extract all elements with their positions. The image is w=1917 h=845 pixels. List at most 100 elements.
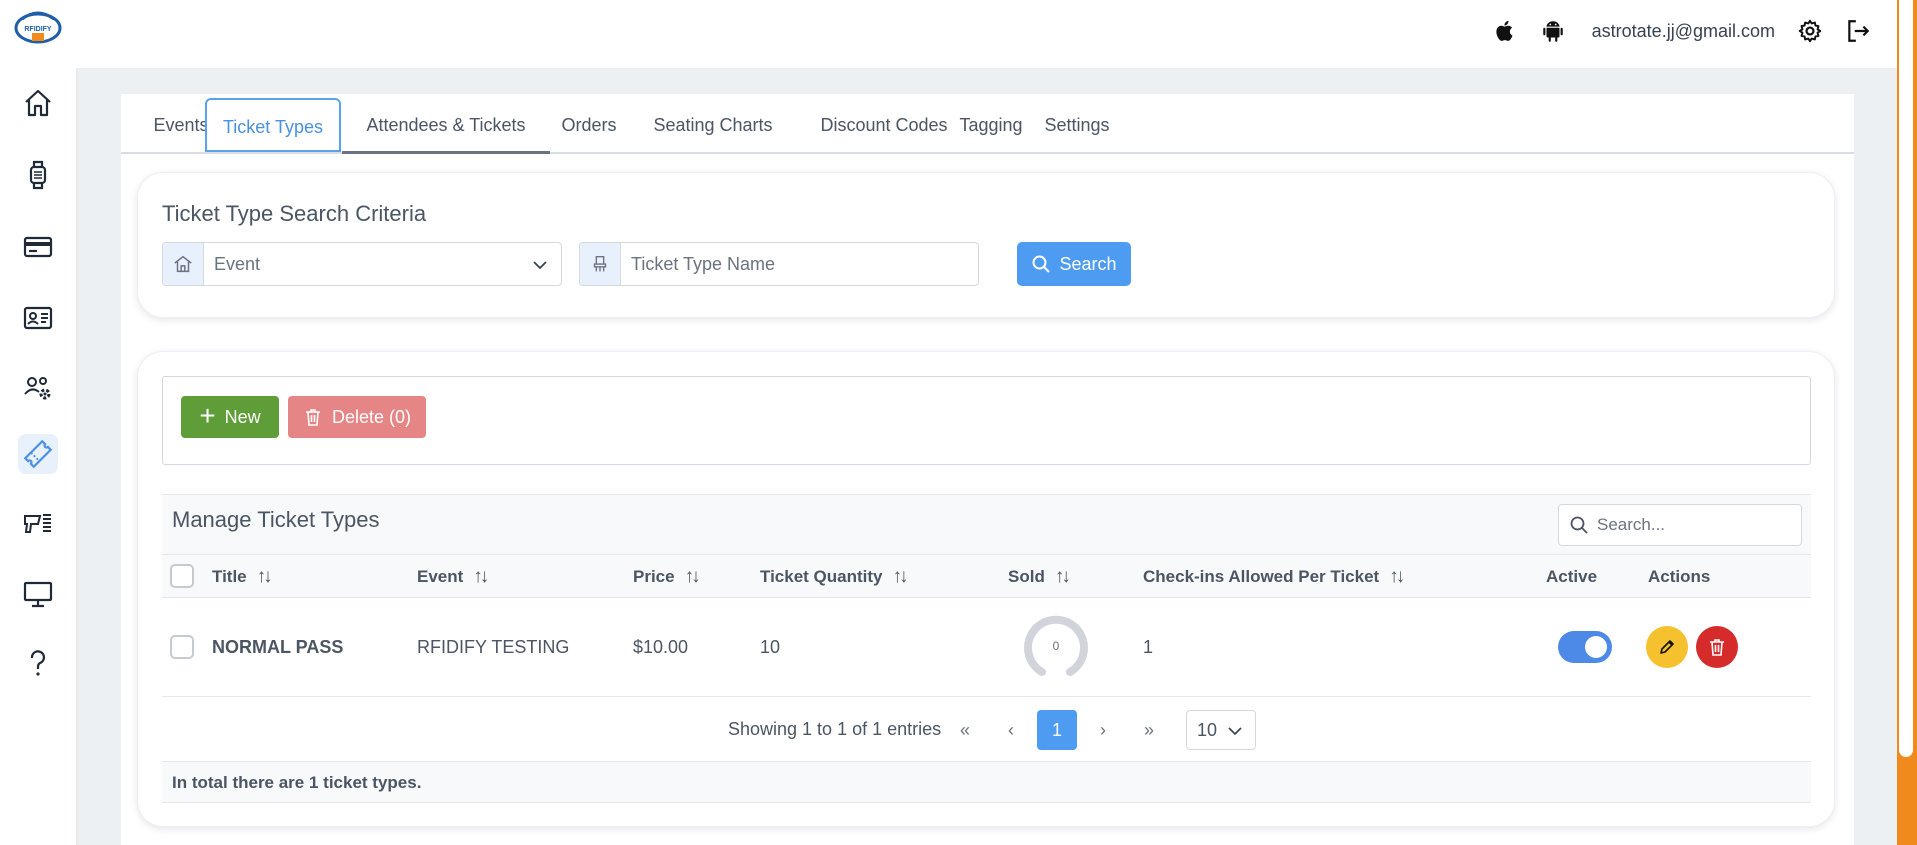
col-active: Active [1546,567,1598,586]
table-title: Manage Ticket Types [172,507,380,532]
settings-button[interactable] [1797,18,1823,44]
delete-row-button[interactable] [1696,626,1738,668]
chevron-down-icon [533,261,547,270]
svg-text:RFIDIFY: RFIDIFY [24,26,52,33]
first-page-button[interactable]: « [945,710,985,750]
delete-selected-button[interactable]: Delete (0) [288,396,426,438]
wristband-icon [29,160,47,190]
home-icon [25,89,51,117]
sort-icon: ↑↓ [1389,566,1405,587]
table-footer: In total there are 1 ticket types. [162,761,1811,803]
col-event[interactable]: Event ↑↓ [417,555,489,599]
active-toggle[interactable] [1558,631,1612,663]
rfidify-logo-icon: RFIDIFY [14,11,62,44]
row-title: NORMAL PASS [212,637,344,657]
ticket-type-name-field[interactable] [579,242,979,286]
search-criteria-title: Ticket Type Search Criteria [162,201,427,226]
pagination-info: Showing 1 to 1 of 1 entries [728,719,942,739]
tab-attendees-tickets[interactable]: Attendees & Tickets [346,98,546,152]
page-1-button[interactable]: 1 [1037,710,1077,750]
scanner-icon [24,514,51,533]
row-checkbox[interactable] [170,635,194,659]
sidebar-item-attendees[interactable] [18,298,58,338]
edit-button[interactable] [1646,626,1688,668]
scrollbar-thumb[interactable] [1899,0,1913,757]
table-search-field[interactable] [1558,504,1802,546]
sidebar-item-user-settings[interactable] [18,368,58,408]
sidebar-item-scanners[interactable] [18,504,58,544]
sidebar-item-home[interactable] [18,83,58,123]
sidebar-item-displays[interactable] [18,574,58,614]
event-select-value: Event [214,254,261,274]
sidebar-item-help[interactable] [18,643,58,683]
row-quantity: 10 [760,637,781,657]
monitor-icon [23,581,53,608]
android-app-link[interactable] [1540,18,1566,44]
col-ticket-quantity[interactable]: Ticket Quantity ↑↓ [760,555,909,599]
apple-icon [1496,20,1513,41]
android-icon [1542,21,1563,42]
search-icon [1570,516,1588,534]
tab-ticket-types[interactable]: Ticket Types [205,98,341,152]
next-page-button[interactable]: › [1083,710,1123,750]
plus-icon: + [199,399,216,431]
sold-gauge: 0 [1024,615,1088,676]
tab-settings[interactable]: Settings [1027,98,1127,152]
row-event: RFIDIFY TESTING [417,637,570,657]
row-checkins: 1 [1143,637,1154,657]
users-settings-icon [24,377,51,400]
table-header: Manage Ticket Types [162,494,1811,554]
tab-hover-underline [342,151,550,154]
tab-orders[interactable]: Orders [552,98,626,152]
trash-icon [1710,639,1724,656]
sidebar-item-cards[interactable] [18,227,58,267]
logo[interactable]: RFIDIFY [14,9,62,47]
search-criteria-card: Ticket Type Search Criteria Event Search [137,172,1835,318]
col-sold[interactable]: Sold ↑↓ [1008,555,1071,599]
prev-page-button[interactable]: ‹ [991,710,1031,750]
sort-icon: ↑↓ [684,566,701,587]
total-summary: In total there are 1 ticket types. [172,773,422,792]
col-title[interactable]: Title ↑↓ [212,555,273,599]
event-house-icon [174,255,192,273]
tab-tagging[interactable]: Tagging [941,98,1041,152]
sidebar: RFIDIFY [0,0,76,845]
chevron-down-icon [1228,727,1242,736]
logout-button[interactable] [1845,18,1871,44]
credit-card-icon [23,236,53,258]
table-search-input[interactable] [1597,515,1787,535]
ticket-type-name-input[interactable] [631,244,978,285]
event-select[interactable]: Event [162,242,562,286]
manage-ticket-types-card: + New Delete (0) Manage Ticket Types Tit… [137,351,1835,827]
col-checkins[interactable]: Check-ins Allowed Per Ticket ↑↓ [1143,555,1405,599]
user-email[interactable]: astrotate.jj@gmail.com [1592,21,1775,42]
page-size-select[interactable]: 10 [1186,710,1256,750]
topbar: astrotate.jj@gmail.com [76,0,1897,68]
col-price[interactable]: Price ↑↓ [633,555,701,599]
pencil-icon [1660,640,1674,654]
tab-seating-charts[interactable]: Seating Charts [629,98,797,152]
apple-app-link[interactable] [1492,18,1518,44]
logout-icon [1848,20,1870,42]
help-icon [30,650,46,676]
sidebar-item-wristbands[interactable] [18,155,58,195]
sort-icon: ↑↓ [892,566,909,587]
sort-icon: ↑↓ [1054,566,1071,587]
page-scrollbar[interactable] [1897,0,1917,845]
sort-icon: ↑↓ [473,566,489,587]
sort-icon: ↑↓ [256,566,273,587]
gear-icon [1798,19,1822,43]
sidebar-item-tickets[interactable] [18,434,58,474]
table-head: Title ↑↓ Event ↑↓ Price ↑↓ Ticket Quantity ↑… [162,554,1811,598]
table-row: NORMAL PASS RFIDIFY TESTING $10.00 10 0 … [162,598,1811,697]
svg-text:0: 0 [1053,639,1060,653]
tab-bar: Events Ticket Types Attendees & Tickets … [121,94,1854,154]
id-card-icon [23,306,53,330]
search-button[interactable]: Search [1017,242,1131,286]
last-page-button[interactable]: » [1129,710,1169,750]
select-all-checkbox[interactable] [170,564,194,588]
search-icon [1032,255,1051,273]
new-button[interactable]: + New [181,396,279,438]
trash-icon [305,409,320,426]
pagination: Showing 1 to 1 of 1 entries « ‹ 1 › » 10 [162,697,1811,761]
